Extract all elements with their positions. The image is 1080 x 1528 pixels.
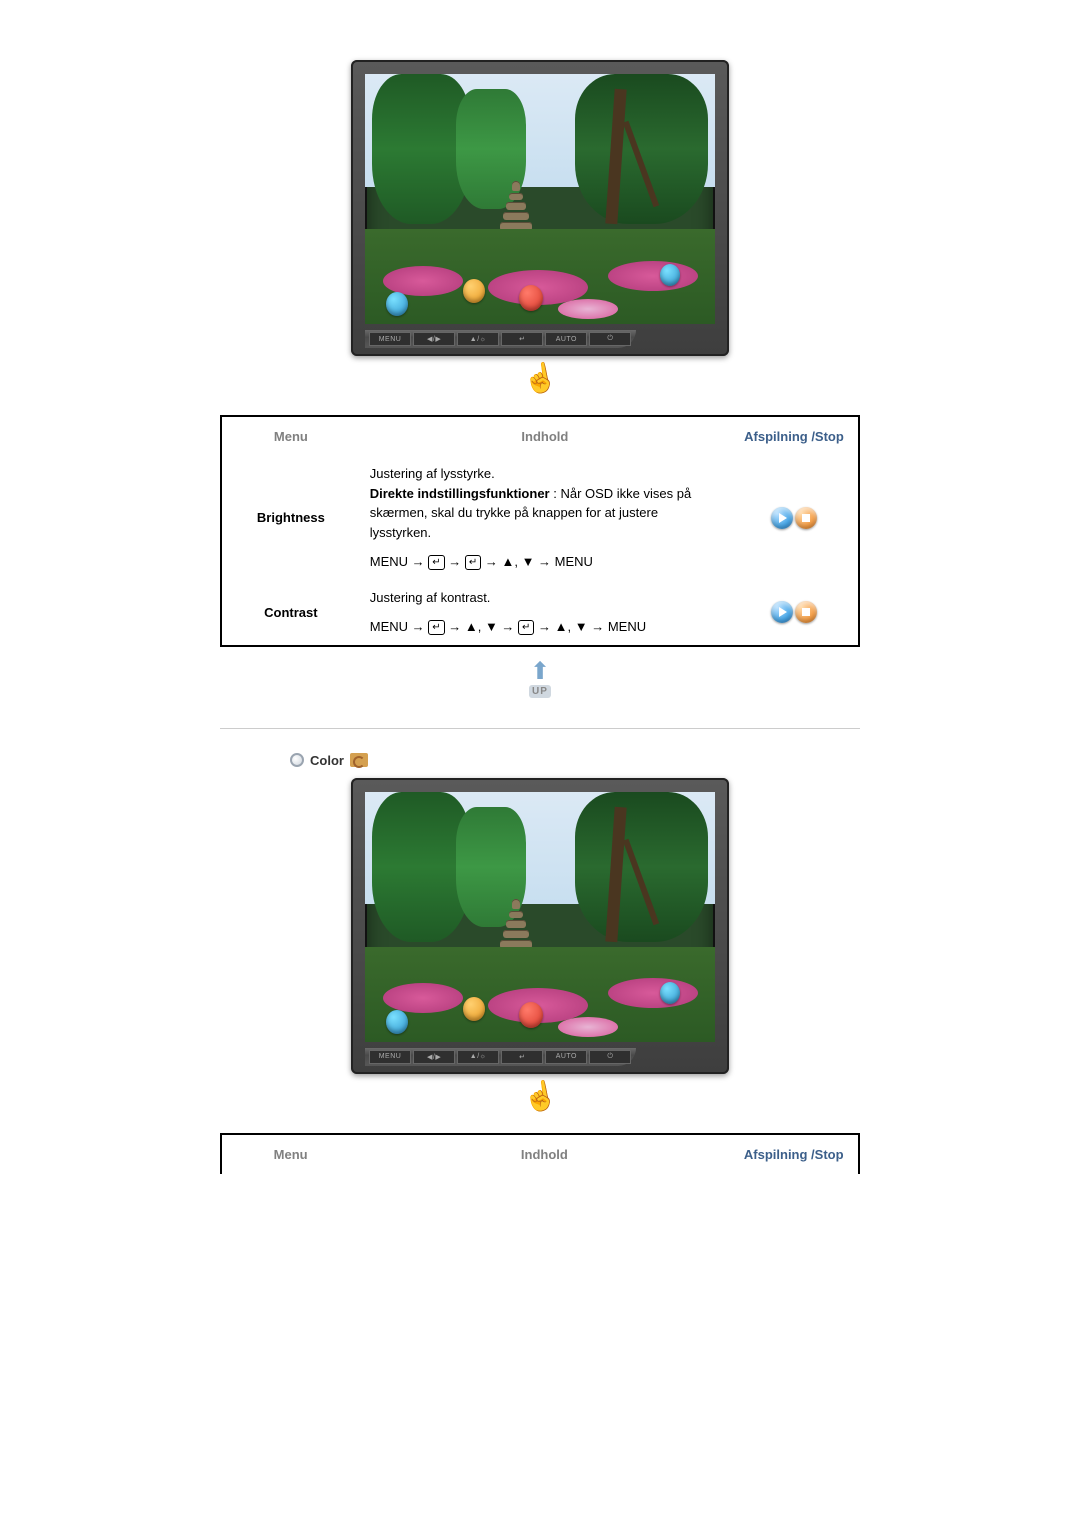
osd-menu: MENU — [369, 1050, 411, 1064]
col-content: Indhold — [359, 1134, 729, 1174]
up-link[interactable]: ⬆ UP — [520, 665, 560, 698]
enter-icon: ↵ — [518, 620, 534, 635]
col-play: Afspilning /Stop — [729, 1134, 859, 1174]
hand-cursor-icon: ☝ — [520, 359, 560, 398]
stop-button[interactable] — [795, 507, 817, 529]
hand-cursor-icon: ☝ — [520, 1077, 560, 1116]
osd-auto: AUTO — [545, 332, 587, 346]
osd-leftright: ◀/▶ — [413, 1050, 455, 1064]
monitor-illustration-1: MENU ◀/▶ ▲/☼ ↵ AUTO ⏻ ☝ — [130, 60, 950, 395]
osd-auto: AUTO — [545, 1050, 587, 1064]
stop-button[interactable] — [795, 601, 817, 623]
menu-contrast: Contrast — [221, 580, 360, 646]
bullet-icon — [290, 753, 304, 767]
up-label: UP — [529, 685, 551, 698]
osd-power: ⏻ — [589, 1050, 631, 1064]
divider — [220, 728, 860, 729]
col-menu: Menu — [221, 1134, 359, 1174]
osd-leftright: ◀/▶ — [413, 332, 455, 346]
monitor-illustration-2: MENU ◀/▶ ▲/☼ ↵ AUTO ⏻ ☝ — [130, 778, 950, 1113]
monitor-frame: MENU ◀/▶ ▲/☼ ↵ AUTO ⏻ — [351, 778, 729, 1074]
osd-enter: ↵ — [501, 1050, 543, 1064]
settings-table-color: Menu Indhold Afspilning /Stop — [220, 1133, 860, 1174]
menu-brightness: Brightness — [221, 456, 360, 580]
osd-power: ⏻ — [589, 332, 631, 346]
section-color-title: Color — [220, 753, 860, 768]
osd-enter: ↵ — [501, 332, 543, 346]
osd-menu: MENU — [369, 332, 411, 346]
monitor-frame: MENU ◀/▶ ▲/☼ ↵ AUTO ⏻ — [351, 60, 729, 356]
col-play: Afspilning /Stop — [730, 416, 859, 456]
enter-icon: ↵ — [428, 555, 444, 570]
color-icon — [350, 753, 368, 767]
play-button[interactable] — [771, 507, 793, 529]
monitor-buttons: MENU ◀/▶ ▲/☼ ↵ AUTO ⏻ — [365, 330, 636, 348]
enter-icon: ↵ — [428, 620, 444, 635]
monitor-screen — [365, 792, 715, 1042]
osd-upbright: ▲/☼ — [457, 1050, 499, 1064]
up-arrow-icon: ⬆ — [530, 665, 550, 679]
monitor-screen — [365, 74, 715, 324]
monitor-buttons: MENU ◀/▶ ▲/☼ ↵ AUTO ⏻ — [365, 1048, 636, 1066]
content-brightness: Justering af lysstyrke. Direkte indstill… — [360, 456, 730, 580]
col-content: Indhold — [360, 416, 730, 456]
content-contrast: Justering af kontrast. MENU → ↵ → ▲, ▼ →… — [360, 580, 730, 646]
table-row: Brightness Justering af lysstyrke. Direk… — [221, 456, 859, 580]
play-button[interactable] — [771, 601, 793, 623]
settings-table-picture: Menu Indhold Afspilning /Stop Brightness… — [220, 415, 860, 647]
col-menu: Menu — [221, 416, 360, 456]
table-row: Contrast Justering af kontrast. MENU → ↵… — [221, 580, 859, 646]
osd-upbright: ▲/☼ — [457, 332, 499, 346]
enter-icon: ↵ — [465, 555, 481, 570]
